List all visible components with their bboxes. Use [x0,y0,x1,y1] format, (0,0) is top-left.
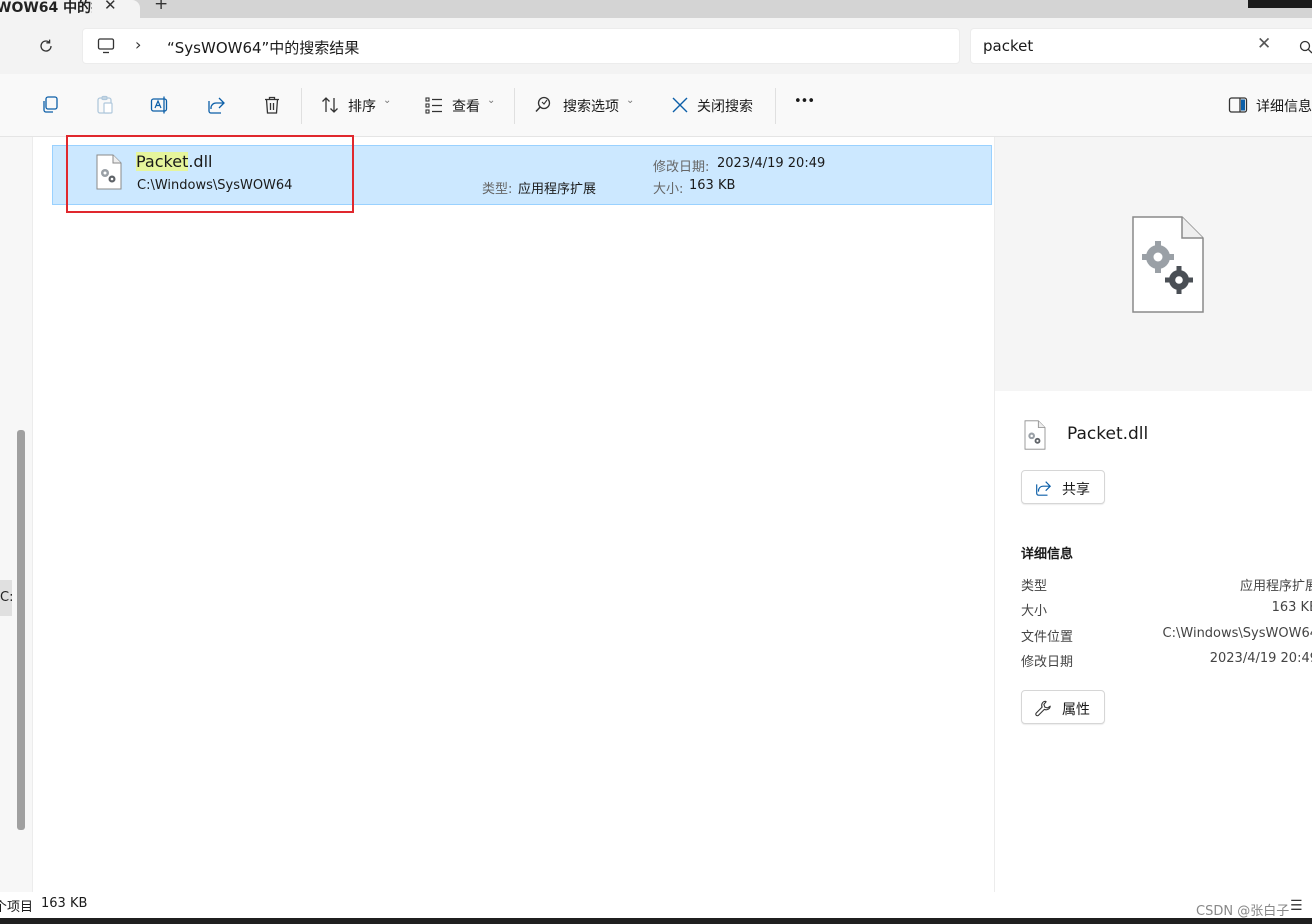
refresh-button[interactable] [34,34,58,58]
address-row: › “SysWOW64”中的搜索结果 ✕ [0,18,1312,74]
navigation-scrollbar[interactable] [17,430,25,830]
details-pane-icon[interactable] [1228,95,1248,115]
details-view-icon[interactable]: ☰ [1290,898,1303,914]
details-pane: Packet.dll 共享 详细信息 类型 应用程序扩展 大小 163 KB 文… [994,137,1312,892]
tab-search-results[interactable]: WOW64 中的搜索 ✕ [0,0,140,18]
search-options-icon[interactable] [534,95,554,115]
share-icon[interactable] [206,95,226,115]
more-options-icon[interactable]: ••• [794,94,815,109]
details-heading: 详细信息 [1021,547,1074,562]
delete-icon[interactable] [262,95,282,115]
annotation-box [66,135,354,213]
details-file-name: Packet.dll [1067,424,1149,444]
navigation-pane: C: [0,137,33,892]
search-box[interactable]: ✕ [970,28,1312,64]
property-size-value: 163 KB [1271,600,1312,615]
new-tab-icon[interactable]: + [154,0,168,14]
taskbar-edge [0,918,1312,924]
copy-icon[interactable] [40,95,60,115]
property-location-value: C:\Windows\SysWOW64 [1162,626,1312,641]
command-bar: 排序 ⌄ 查看 ⌄ 搜索选项 ⌄ 关闭搜索 ••• 详细信息 [0,74,1312,137]
property-modified-value: 2023/4/19 20:49 [1209,651,1312,666]
file-type-value: 应用程序扩展 [518,182,597,197]
rename-icon[interactable] [150,95,170,115]
property-location-label: 文件位置 [1021,630,1074,645]
property-type-label: 类型 [1021,579,1048,594]
preview-area [995,137,1312,391]
file-type-label: 类型: [482,182,513,197]
view-chevron-down-icon[interactable]: ⌄ [487,95,495,106]
address-bar[interactable]: › “SysWOW64”中的搜索结果 [82,28,960,64]
this-pc-icon[interactable] [97,38,115,54]
modified-date-value: 2023/4/19 20:49 [717,156,826,171]
sort-icon[interactable] [320,95,340,115]
status-bar: 个项目 163 KB CSDN @张白⼦ ☰ [0,892,1312,919]
cut-icon[interactable] [0,95,6,115]
command-separator [301,88,302,124]
close-tab-icon[interactable]: ✕ [104,0,117,14]
details-pane-button[interactable]: 详细信息 [1256,96,1312,116]
search-input[interactable] [983,37,1243,55]
selected-size: 163 KB [41,896,88,911]
breadcrumb-current[interactable]: “SysWOW64”中的搜索结果 [167,37,359,58]
share-button[interactable]: 共享 [1021,470,1105,504]
clear-search-icon[interactable]: ✕ [1257,34,1271,54]
property-type-value: 应用程序扩展 [1239,579,1312,594]
search-options-chevron-down-icon[interactable]: ⌄ [626,95,634,106]
item-count: 个项目 [0,900,34,915]
breadcrumb-chevron-icon[interactable]: › [135,35,141,54]
watermark: CSDN @张白⼦ [1196,904,1290,919]
search-icon[interactable] [1299,40,1312,54]
sort-button[interactable]: 排序 [348,96,376,116]
command-separator [514,88,515,124]
refresh-icon [40,39,52,52]
tab-title: WOW64 中的搜索 [0,0,92,16]
paste-icon[interactable] [95,95,115,115]
share-icon [1036,481,1052,496]
dll-file-icon [1024,420,1046,450]
property-modified-label: 修改日期 [1021,655,1074,670]
file-size-value: 163 KB [689,178,736,193]
sort-chevron-down-icon[interactable]: ⌄ [383,95,391,106]
properties-button-label: 属性 [1062,702,1090,718]
wrench-icon [1035,700,1051,717]
command-separator [775,88,776,124]
tab-strip: WOW64 中的搜索 ✕ + [0,0,1312,18]
file-size-label: 大小: [653,182,684,197]
nav-item-drive-c-label: C: [0,590,14,605]
close-search-button[interactable]: 关闭搜索 [697,96,753,116]
share-button-label: 共享 [1062,482,1090,498]
search-options-button[interactable]: 搜索选项 [563,96,619,116]
window-edge [1248,0,1312,8]
dll-file-large-icon [1132,216,1204,313]
file-list: Packet.dll C:\Windows\SysWOW64 类型: 应用程序扩… [34,135,994,892]
close-search-icon[interactable] [670,95,690,115]
modified-date-label: 修改日期: [653,160,710,175]
view-button[interactable]: 查看 [452,96,480,116]
property-size-label: 大小 [1021,604,1048,619]
properties-button[interactable]: 属性 [1021,690,1105,724]
view-icon[interactable] [424,95,444,115]
